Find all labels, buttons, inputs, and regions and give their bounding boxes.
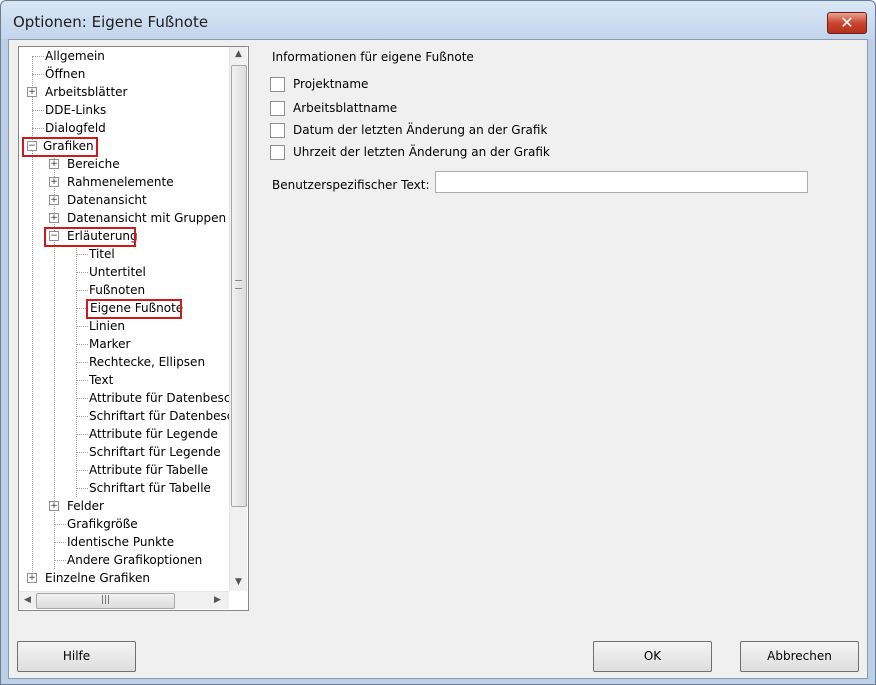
tree-item-andere-grafikoptionen[interactable]: Andere Grafikoptionen [66,551,203,569]
section-title: Informationen für eigene Fußnote [272,50,474,64]
horizontal-scroll-thumb[interactable]: ||| [36,593,175,609]
custom-text-input[interactable] [435,171,808,193]
checkbox-box[interactable] [270,77,285,92]
dialog-window: Optionen: Eigene Fußnote ✕ Allgemein Öff… [0,0,876,685]
tree-item-arbeitsblaetter[interactable]: Arbeitsblätter [44,83,128,101]
tree-line [76,245,77,497]
tree-item-felder[interactable]: Felder [66,497,105,515]
highlight-box [22,137,98,157]
window-title: Optionen: Eigene Fußnote [13,13,209,31]
help-button[interactable]: Hilfe [17,641,136,672]
tree-item-fussnoten[interactable]: Fußnoten [88,281,146,299]
expand-icon[interactable]: + [27,573,37,583]
tree-item-dde-links[interactable]: DDE-Links [44,101,107,119]
expand-icon[interactable]: + [27,87,37,97]
tree-item-erlaeuterung[interactable]: − Erläuterung [44,227,138,247]
tree-item-attribute-legende[interactable]: Attribute für Legende [88,425,219,443]
tree-item-eigene-fussnote[interactable]: Eigene Fußnote [86,299,183,319]
title-bar: Optionen: Eigene Fußnote ✕ [1,1,875,39]
tree-item-linien[interactable]: Linien [88,317,126,335]
tree-item-schriftart-datenbeschriftungen[interactable]: Schriftart für Datenbeschriftungen [88,407,229,425]
expand-icon[interactable]: + [49,177,59,187]
checkbox-box[interactable] [270,145,285,160]
expand-icon[interactable]: + [49,501,59,511]
tree-item-datenansicht[interactable]: Datenansicht [66,191,148,209]
close-button[interactable]: ✕ [827,12,867,34]
tree-item-oeffnen[interactable]: Öffnen [44,65,86,83]
tree-item-schriftart-legende[interactable]: Schriftart für Legende [88,443,222,461]
expand-icon[interactable]: + [49,213,59,223]
tree-line [32,56,33,578]
scroll-down-icon[interactable]: ▼ [230,577,247,587]
dialog-client: Allgemein Öffnen + Arbeitsblätter DDE-Li… [8,39,868,679]
tree-item-rechtecke[interactable]: Rechtecke, Ellipsen [88,353,206,371]
tree-item-identische-punkte[interactable]: Identische Punkte [66,533,175,551]
category-tree[interactable]: Allgemein Öffnen + Arbeitsblätter DDE-Li… [18,46,249,611]
tree-item-titel[interactable]: Titel [88,245,116,263]
checkbox-box[interactable] [270,101,285,116]
tree-item-attribute-tabelle[interactable]: Attribute für Tabelle [88,461,209,479]
expand-icon[interactable]: + [49,159,59,169]
tree-horizontal-scrollbar[interactable]: ◀ ||| ▶ [19,591,229,609]
tree-viewport: Allgemein Öffnen + Arbeitsblätter DDE-Li… [19,47,229,591]
tree-item-bereiche[interactable]: Bereiche [66,155,121,173]
vertical-scroll-thumb[interactable] [231,65,247,507]
highlight-box [44,227,136,247]
custom-text-label: Benutzerspezifischer Text: [272,178,430,192]
tree-item-dialogfeld[interactable]: Dialogfeld [44,119,107,137]
checkbox-box[interactable] [270,123,285,138]
tree-item-grafikgroesse[interactable]: Grafikgröße [66,515,139,533]
tree-item-attribute-datenbeschriftungen[interactable]: Attribute für Datenbeschriftungen [88,389,229,407]
highlight-box [86,299,182,319]
tree-vertical-scrollbar[interactable]: ▲ ▼ [229,47,247,591]
tree-item-einzelne-grafiken[interactable]: Einzelne Grafiken [44,569,151,587]
tree-item-datenansicht-gruppen[interactable]: Datenansicht mit Gruppen [66,209,227,227]
tree-item-allgemein[interactable]: Allgemein [44,47,106,65]
close-icon: ✕ [840,13,854,32]
tree-item-schriftart-tabelle[interactable]: Schriftart für Tabelle [88,479,212,497]
ok-button[interactable]: OK [593,641,712,672]
tree-item-untertitel[interactable]: Untertitel [88,263,147,281]
tree-item-rahmenelemente[interactable]: Rahmenelemente [66,173,175,191]
tree-item-text[interactable]: Text [88,371,114,389]
expand-icon[interactable]: + [49,195,59,205]
scroll-right-icon[interactable]: ▶ [209,595,226,605]
cancel-button[interactable]: Abbrechen [740,641,859,672]
scroll-left-icon[interactable]: ◀ [19,595,36,605]
tree-item-marker[interactable]: Marker [88,335,131,353]
scroll-up-icon[interactable]: ▲ [230,49,247,59]
tree-item-grafiken[interactable]: − Grafiken [22,137,98,157]
